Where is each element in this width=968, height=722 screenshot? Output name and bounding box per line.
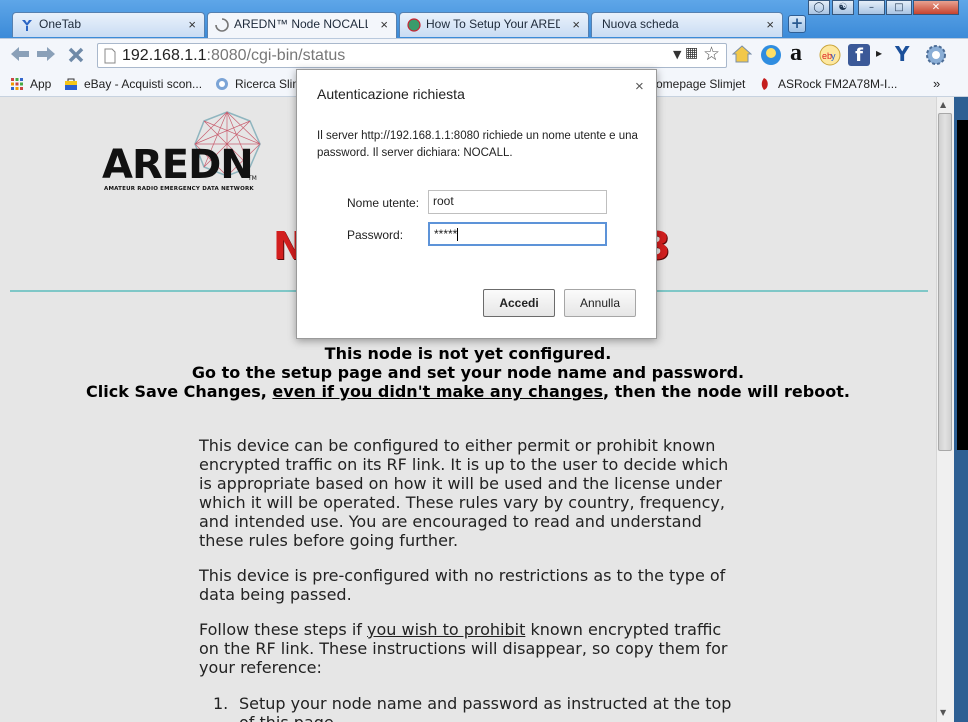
notice-text: , then the node will reboot. (603, 382, 850, 401)
address-host: 192.168.1.1 (122, 47, 207, 64)
extensions-more-icon[interactable]: ▸ (876, 46, 882, 60)
globe-favicon-icon (407, 18, 421, 32)
bookmark-asrock[interactable]: ASRock FM2A78M-I... (758, 75, 897, 93)
tab-aredn-node[interactable]: AREDN™ Node NOCALL-7 × (207, 12, 397, 38)
tab-title: How To Setup Your ARED (426, 17, 560, 31)
address-bar[interactable]: 192.168.1.1:8080/cgi-bin/status (97, 43, 727, 68)
tab-how-to-setup[interactable]: How To Setup Your ARED × (399, 12, 589, 37)
paragraph-steps-intro: Follow these steps if you wish to prohib… (199, 620, 744, 677)
address-path: :8080/cgi-bin/status (206, 47, 346, 64)
notice-text: Click Save Changes, (86, 382, 273, 401)
login-button[interactable]: Accedi (483, 289, 555, 317)
scroll-up-icon[interactable]: ▲ (940, 100, 946, 109)
paragraph-encryption: This device can be configured to either … (199, 436, 729, 550)
scrollbar-thumb[interactable] (938, 113, 952, 451)
tab-title: OneTab (39, 17, 82, 31)
username-label: Nome utente: (347, 196, 420, 210)
bookmark-star-icon[interactable]: ☆ (703, 43, 720, 65)
step-number: 1. (213, 694, 229, 713)
shopping-bag-icon (65, 78, 77, 90)
minimize-button[interactable]: – (858, 0, 885, 15)
home-icon[interactable] (732, 44, 752, 64)
cancel-button[interactable]: Annulla (564, 289, 636, 317)
asrock-icon (761, 78, 768, 90)
translate-icon[interactable]: ▦ (685, 45, 698, 61)
tab-close-icon[interactable]: × (572, 13, 580, 36)
forward-arrow-icon[interactable] (36, 46, 56, 62)
window-close-button[interactable]: ✕ (913, 0, 959, 15)
username-field[interactable]: root (428, 190, 607, 214)
back-arrow-icon[interactable] (10, 46, 30, 62)
text-cursor (457, 228, 459, 242)
slimjet-icon[interactable]: Y (895, 42, 909, 66)
dialog-title: Autenticazione richiesta (317, 86, 465, 102)
bookmark-label: omepage Slimjet (656, 77, 746, 91)
amazon-icon[interactable]: a (790, 40, 802, 67)
apps-grid-icon (11, 78, 23, 90)
user-icon[interactable]: ☯ (832, 0, 854, 15)
dialog-close-icon[interactable]: × (635, 78, 644, 95)
logo-subtitle: AMATEUR RADIO EMERGENCY DATA NETWORK (104, 186, 254, 192)
paragraph-emphasis: you wish to prohibit (367, 620, 526, 639)
onetab-favicon-icon (22, 20, 32, 31)
paragraph-text: Follow these steps if (199, 620, 367, 639)
bookmarks-overflow-icon[interactable]: » (933, 75, 940, 93)
logo-trademark: TM (248, 175, 257, 182)
notice-line-3: Click Save Changes, even if you didn't m… (0, 382, 936, 401)
background-terminal (957, 120, 968, 450)
aredn-logo: AREDN TM AMATEUR RADIO EMERGENCY DATA NE… (102, 109, 272, 194)
page-icon (104, 48, 116, 64)
auth-dialog: Autenticazione richiesta × Il server htt… (296, 69, 657, 339)
scroll-down-icon[interactable]: ▼ (940, 708, 946, 717)
bookmark-ebay[interactable]: eBay - Acquisti scon... (64, 75, 202, 93)
new-tab-button[interactable]: + (788, 15, 806, 33)
profile-icon[interactable]: ◯ (808, 0, 830, 15)
step-1: Setup your node name and password as ins… (239, 694, 732, 722)
password-value: ***** (434, 227, 458, 241)
tab-close-icon[interactable]: × (188, 13, 196, 36)
bookmark-label: ASRock FM2A78M-I... (778, 77, 898, 91)
tab-title: Nuova scheda (602, 17, 679, 31)
bookmark-label: Ricerca Slim (235, 77, 303, 91)
facebook-icon[interactable]: f (848, 44, 870, 66)
bookmark-label: App (30, 77, 52, 91)
dropdown-arrow-icon[interactable]: ▼ (673, 48, 681, 61)
tab-close-icon[interactable]: × (766, 13, 774, 36)
tab-title: AREDN™ Node NOCALL-7 (234, 17, 368, 31)
tab-close-icon[interactable]: × (380, 13, 388, 36)
loading-spinner-icon (215, 18, 229, 32)
settings-gear-icon[interactable] (925, 44, 947, 66)
bookmark-apps[interactable]: App (10, 75, 51, 93)
stop-icon[interactable] (67, 46, 85, 64)
logo-wordmark: AREDN (102, 142, 254, 188)
maximize-button[interactable]: □ (886, 0, 912, 15)
tab-new[interactable]: Nuova scheda × (591, 12, 783, 37)
tab-onetab[interactable]: OneTab × (12, 12, 205, 37)
bookmark-label: eBay - Acquisti scon... (84, 77, 203, 91)
password-label: Password: (347, 228, 404, 242)
slimjet-search-icon (216, 78, 228, 90)
notice-emphasis: even if you didn't make any changes (272, 382, 603, 401)
bookmark-ricerca-slim[interactable]: Ricerca Slim (215, 75, 302, 93)
password-field[interactable]: ***** (428, 222, 607, 246)
paragraph-preconfigured: This device is pre-configured with no re… (199, 566, 726, 604)
dialog-message: Il server http://192.168.1.1:8080 richie… (317, 130, 638, 159)
bookmark-homepage-slimjet[interactable]: omepage Slimjet (656, 75, 745, 93)
lightbulb-icon[interactable] (760, 44, 782, 66)
svg-text:y: y (831, 51, 836, 61)
notice-line-1: This node is not yet configured. (324, 344, 612, 363)
ebay-icon[interactable]: eby (818, 44, 842, 66)
notice-line-2: Go to the setup page and set your node n… (191, 363, 745, 382)
